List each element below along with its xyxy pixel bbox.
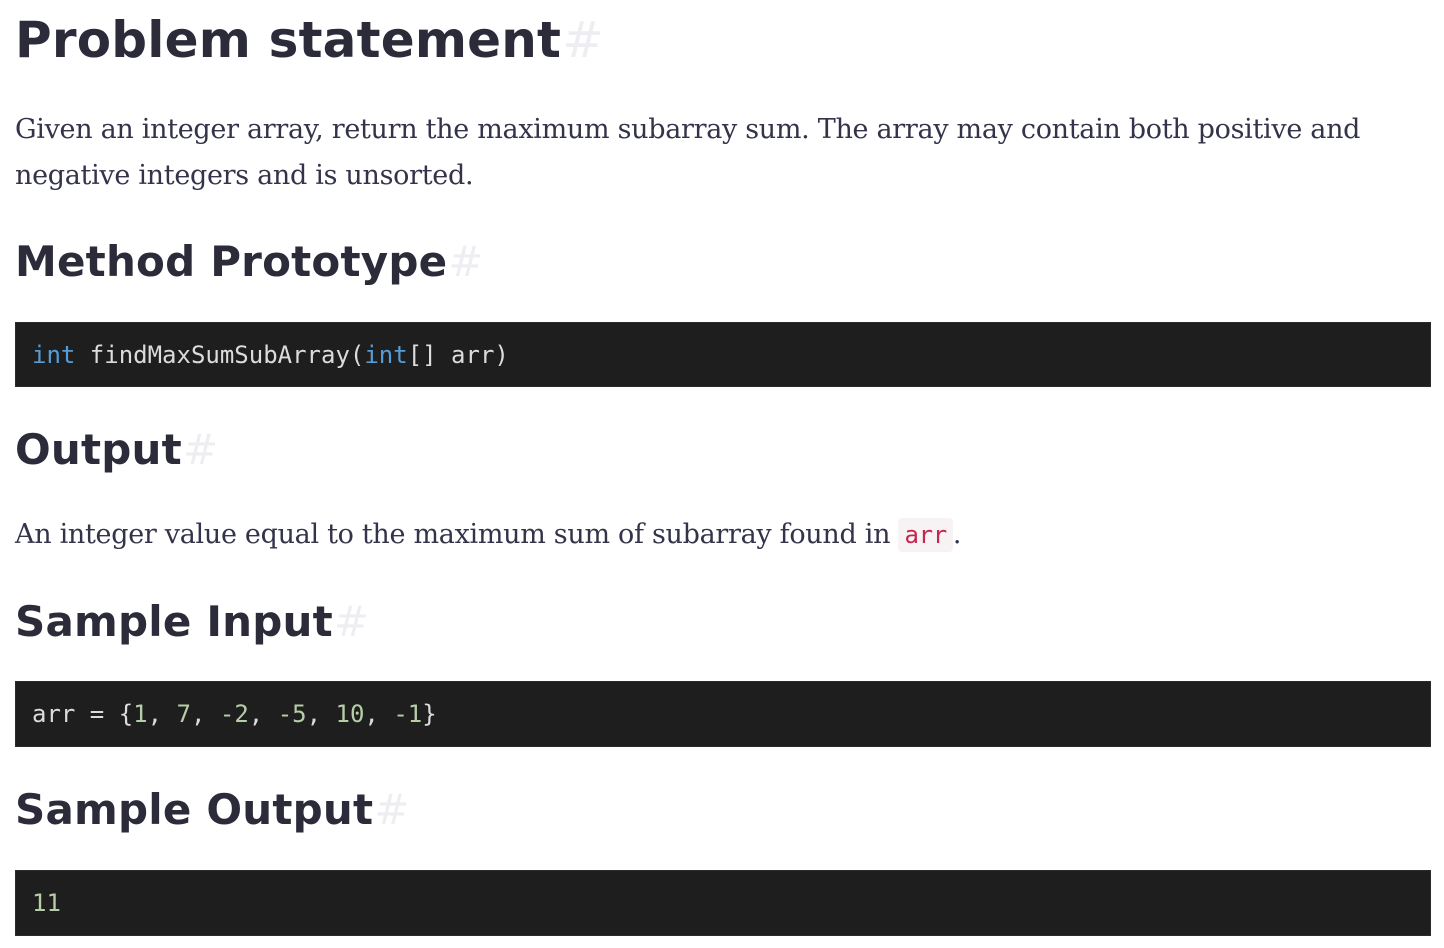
code-separator: , [147, 700, 177, 728]
sample-output-heading: Sample Output# [15, 785, 410, 835]
problem-statement-title: Problem statement [15, 11, 562, 69]
output-text-after: . [952, 519, 962, 550]
method-prototype-title: Method Prototype [15, 237, 448, 286]
code-separator: , [306, 700, 336, 728]
method-prototype-code-block: int findMaxSumSubArray(int[] arr) [15, 322, 1431, 387]
problem-statement-anchor-link[interactable]: # [562, 11, 604, 69]
code-separator: , [190, 700, 220, 728]
code-param: [] arr) [407, 340, 509, 369]
output-heading: Output# [15, 425, 218, 475]
code-keyword-int: int [32, 340, 76, 369]
sample-output-code-block: 11 [15, 870, 1431, 936]
code-number: -1 [393, 700, 423, 728]
problem-statement-heading: Problem statement# [15, 10, 604, 70]
code-number: 7 [176, 700, 191, 728]
code-method-name: findMaxSumSubArray( [75, 340, 365, 369]
code-keyword-int-param: int [364, 340, 408, 369]
code-text: } [422, 700, 437, 728]
code-number: 1 [133, 700, 148, 728]
sample-input-code-block: arr = {1, 7, -2, -5, 10, -1} [15, 681, 1431, 747]
code-separator: , [248, 700, 278, 728]
output-text: An integer value equal to the maximum su… [15, 512, 1435, 558]
output-anchor-link[interactable]: # [183, 425, 218, 474]
code-number: -2 [219, 700, 249, 728]
code-output-value: 11 [32, 889, 61, 917]
method-prototype-anchor-link[interactable]: # [448, 237, 483, 286]
problem-statement-text: Given an integer array, return the maxim… [15, 114, 1361, 191]
output-title: Output [15, 425, 182, 474]
sample-input-title: Sample Input [15, 597, 333, 646]
method-prototype-heading: Method Prototype# [15, 237, 484, 287]
code-separator: , [364, 700, 394, 728]
output-text-before: An integer value equal to the maximum su… [15, 519, 899, 550]
inline-code-arr: arr [898, 518, 953, 552]
sample-output-anchor-link[interactable]: # [374, 785, 409, 834]
code-number: 10 [335, 700, 365, 728]
sample-output-title: Sample Output [15, 785, 374, 834]
code-number: -5 [277, 700, 307, 728]
code-text: arr = { [32, 700, 134, 728]
sample-input-anchor-link[interactable]: # [334, 597, 369, 646]
sample-input-heading: Sample Input# [15, 597, 369, 647]
